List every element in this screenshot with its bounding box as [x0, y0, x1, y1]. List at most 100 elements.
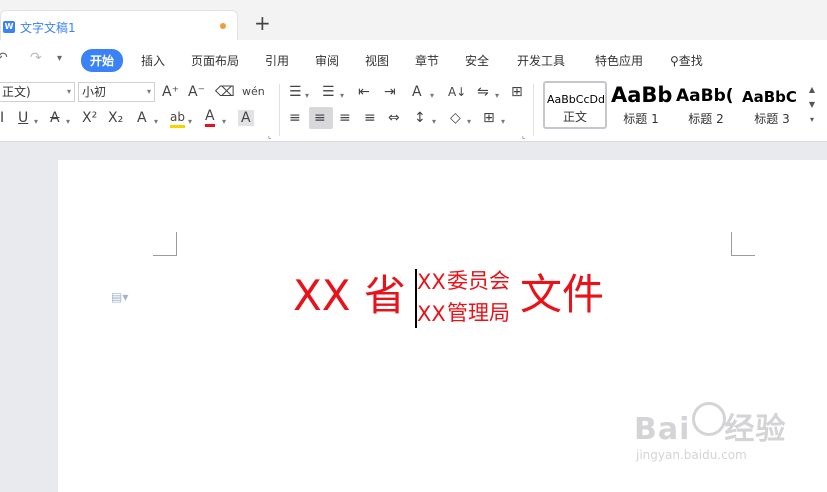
search-button[interactable]: ⚲查找 [670, 52, 703, 69]
margin-corner-top-left [153, 232, 177, 256]
doc-province-text: XX 省 [293, 271, 406, 320]
font-size-value: 小初 [82, 85, 107, 99]
doc-line2-xx: XX [417, 302, 446, 326]
document-tab[interactable]: W 文字文稿1 [0, 10, 238, 40]
align-right-icon[interactable]: ≡ [339, 110, 351, 126]
chevron-down-icon[interactable]: ▾ [305, 88, 309, 104]
tab-marks-icon[interactable]: ⇋ [477, 84, 489, 100]
style-label: 标题 2 [688, 112, 724, 126]
chevron-down-icon[interactable]: ▾ [154, 114, 158, 130]
bullets-icon[interactable]: ☰ [289, 84, 302, 100]
menu-developer[interactable]: 开发工具 [517, 52, 565, 69]
italic-partial-icon[interactable]: I [0, 110, 4, 126]
borders-icon[interactable]: ⊞ [483, 110, 495, 126]
subscript-icon[interactable]: X₂ [108, 110, 123, 126]
style-sample: AaBbC [742, 88, 797, 106]
menu-page-layout[interactable]: 页面布局 [191, 52, 239, 69]
chevron-down-icon[interactable]: ▾ [467, 114, 471, 130]
superscript-icon[interactable]: X² [82, 110, 97, 126]
menu-home[interactable]: 开始 [81, 49, 124, 72]
paragraph-dialog-launcher-icon[interactable]: ⌞ [522, 128, 526, 144]
tab-bar: W 文字文稿1 + [0, 0, 827, 40]
styles-more-icon[interactable]: ▾ [806, 112, 818, 127]
search-label: 查找 [678, 54, 703, 68]
increase-indent-icon[interactable]: ⇥ [384, 84, 396, 100]
font-name-value: 正文) [2, 85, 31, 99]
chevron-down-icon[interactable]: ▾ [495, 88, 499, 104]
paragraph-handle-icon[interactable]: ▤▾ [111, 290, 128, 304]
chevron-down-icon[interactable]: ▾ [432, 114, 436, 130]
watermark-brand-tail: 经验 [724, 412, 787, 447]
menu-special-apps[interactable]: 特色应用 [595, 52, 643, 69]
watermark-url: jingyan.baidu.com [636, 448, 747, 462]
watermark-brand: Bai [634, 412, 691, 447]
chevron-down-icon[interactable]: ▾ [430, 88, 434, 104]
menu-security[interactable]: 安全 [465, 52, 489, 69]
scroll-up-icon[interactable]: ▲ [806, 82, 818, 97]
style-heading-1[interactable]: AaBb 标题 1 [609, 81, 673, 129]
sort-icon[interactable]: A↓ [448, 84, 466, 100]
align-center-icon[interactable]: ≡ [314, 110, 326, 126]
highlight-icon[interactable]: ab [170, 109, 185, 128]
undo-icon[interactable]: ↶ [0, 50, 8, 66]
strikethrough-icon[interactable]: A [50, 110, 60, 126]
style-label: 标题 3 [754, 112, 790, 126]
style-sample: AaBb( [676, 86, 734, 106]
shrink-font-icon[interactable]: A⁻ [188, 84, 205, 100]
menu-references[interactable]: 引用 [265, 52, 289, 69]
clear-format-icon[interactable]: ⌫ [215, 84, 235, 100]
font-color-icon[interactable]: A [205, 108, 215, 127]
quick-access-more-icon[interactable]: ▾ [57, 53, 62, 64]
doc-file-word: 文件 [520, 270, 605, 319]
distribute-icon[interactable]: ⇔ [388, 110, 400, 126]
underline-icon[interactable]: U [18, 110, 28, 126]
font-dialog-launcher-icon[interactable]: ⌞ [268, 128, 272, 144]
menu-section[interactable]: 章节 [415, 52, 439, 69]
chevron-down-icon[interactable]: ▾ [34, 114, 38, 130]
styles-scroller: ▲ ▼ ▾ [806, 82, 818, 127]
style-sample: AaBb [611, 83, 673, 107]
word-doc-icon: W [3, 21, 15, 33]
table-icon[interactable]: ⊞ [511, 84, 523, 100]
justify-icon[interactable]: ≡ [364, 110, 376, 126]
chevron-down-icon[interactable]: ▾ [66, 114, 70, 130]
styles-gallery: AaBbCcDd 正文 AaBb 标题 1 AaBb( 标题 2 AaBbC 标… [542, 81, 818, 129]
shading-icon[interactable]: ◇ [450, 110, 461, 126]
menu-review[interactable]: 审阅 [315, 52, 339, 69]
style-label: 标题 1 [623, 112, 659, 126]
redo-icon[interactable]: ↷ [30, 50, 42, 66]
document-tab-title: 文字文稿1 [20, 21, 76, 35]
search-icon: ⚲ [670, 54, 679, 68]
chevron-down-icon[interactable]: ▾ [188, 114, 192, 130]
chevron-down-icon[interactable]: ▾ [340, 88, 344, 104]
chevron-down-icon: ▾ [66, 87, 71, 96]
grow-font-icon[interactable]: A⁺ [162, 84, 179, 100]
menu-insert[interactable]: 插入 [141, 52, 165, 69]
style-normal[interactable]: AaBbCcDd 正文 [543, 81, 607, 129]
char-spacing-icon[interactable]: A [412, 84, 422, 100]
menu-view[interactable]: 视图 [365, 52, 389, 69]
font-name-combo[interactable]: 正文) ▾ [0, 82, 75, 102]
numbering-icon[interactable]: ☰ [322, 84, 335, 100]
doc-line1-xx: XX [417, 270, 446, 294]
style-label: 正文 [562, 110, 587, 124]
chevron-down-icon[interactable]: ▾ [222, 114, 226, 130]
style-heading-3[interactable]: AaBbC 标题 3 [740, 81, 804, 129]
scroll-down-icon[interactable]: ▼ [806, 97, 818, 112]
font-size-combo[interactable]: 小初 ▾ [78, 82, 155, 102]
doc-line1-org: 委员会 [447, 269, 510, 293]
line-spacing-icon[interactable]: ↕ [414, 110, 426, 126]
align-left-icon[interactable]: ≡ [289, 110, 301, 126]
baidu-paw-icon [692, 402, 726, 436]
new-tab-button[interactable]: + [254, 13, 271, 33]
toolbar-divider [533, 84, 534, 136]
chevron-down-icon[interactable]: ▾ [501, 114, 505, 130]
char-shading-icon[interactable]: A [238, 110, 254, 126]
phonetic-guide-icon[interactable]: wén [242, 84, 265, 100]
margin-corner-top-right [731, 232, 755, 256]
style-heading-2[interactable]: AaBb( 标题 2 [674, 81, 738, 129]
doc-line2-org: 管理局 [447, 301, 510, 325]
decrease-indent-icon[interactable]: ⇤ [358, 84, 370, 100]
toolbar-divider [279, 84, 280, 136]
text-effect-icon[interactable]: A [137, 110, 147, 126]
